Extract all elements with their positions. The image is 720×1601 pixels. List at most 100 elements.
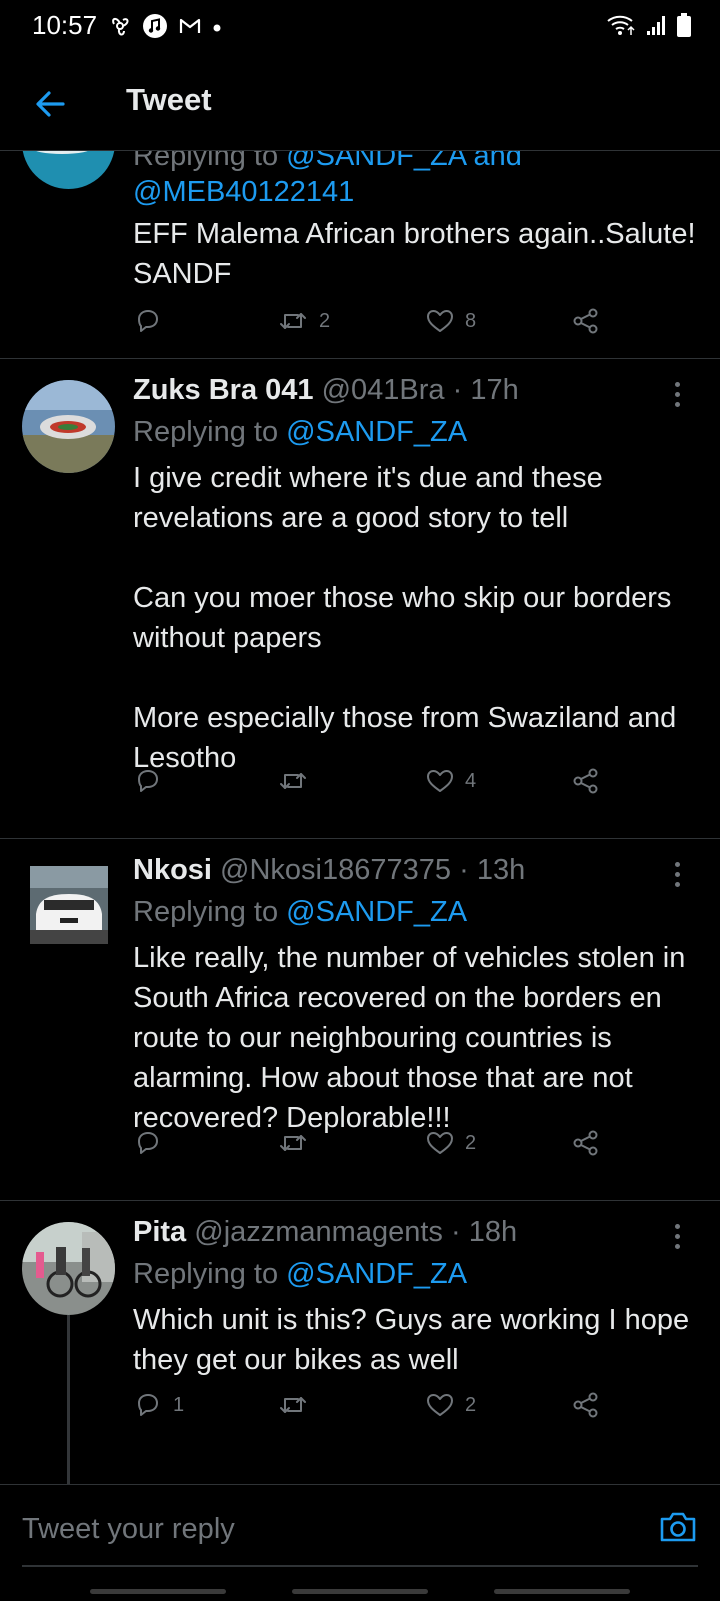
replying-to: Replying to @SANDF_ZA (133, 896, 467, 929)
reply-icon (138, 310, 158, 332)
reply-button[interactable] (133, 766, 173, 796)
share-button[interactable] (571, 1390, 601, 1420)
replying-to-label: Replying to (133, 1258, 279, 1290)
wifi-icon (606, 13, 636, 42)
status-left-icons (108, 13, 222, 44)
author-handle: @041Bra (321, 374, 445, 406)
tweet-header: Zuks Bra 041 @041Bra · 17h (133, 374, 519, 406)
tweet[interactable]: Zuks Bra 041 @041Bra · 17h Replying to @… (0, 358, 720, 839)
tweet-text: Which unit is this? Guys are working I h… (133, 1300, 703, 1380)
tweet-header: Nkosi @Nkosi18677375 · 13h (133, 854, 526, 886)
tweet-time: 13h (476, 854, 526, 886)
mention-link[interactable]: @SANDF_ZA (286, 896, 467, 928)
author-name[interactable]: Nkosi (133, 854, 212, 886)
tweet-paragraph: EFF Malema African brothers again..Salut… (133, 218, 696, 290)
author-handle: @Nkosi18677375 (220, 854, 452, 886)
like-count: 8 (465, 309, 477, 332)
tweet-paragraph: Which unit is this? Guys are working I h… (133, 1304, 690, 1376)
reply-button[interactable]: 1 (133, 1390, 184, 1420)
avatar[interactable] (30, 866, 108, 944)
retweet-button[interactable]: 2 (277, 306, 330, 336)
like-button[interactable]: 8 (425, 306, 476, 336)
reply-bar (0, 1484, 720, 1601)
reply-feed[interactable]: Replying to @SANDF_ZA and @MEB40122141 E… (0, 150, 720, 1484)
replying-to: Replying to @SANDF_ZA and (133, 150, 522, 173)
signal-icon (644, 13, 668, 42)
tweet-header: Pita @jazzmanmagents · 18h (133, 1216, 518, 1248)
avatar[interactable] (22, 1222, 115, 1315)
tweet[interactable]: Replying to @SANDF_ZA and @MEB40122141 E… (0, 150, 720, 359)
tweet-time: 18h (468, 1216, 518, 1248)
nav-recents-button[interactable] (90, 1589, 226, 1594)
like-button[interactable]: 2 (425, 1128, 476, 1158)
tweet-text: EFF Malema African brothers again..Salut… (133, 214, 703, 294)
app-header: Tweet (0, 56, 720, 151)
share-icon (573, 308, 598, 334)
avatar[interactable] (22, 380, 115, 473)
share-icon (573, 1392, 598, 1418)
heart-icon (427, 770, 453, 792)
camera-icon (660, 1512, 696, 1542)
reply-input[interactable] (22, 1507, 622, 1551)
fan-icon (108, 14, 132, 43)
like-count: 4 (465, 769, 477, 792)
heart-icon (427, 1132, 453, 1154)
more-options-button[interactable] (670, 862, 684, 887)
share-icon (573, 1130, 598, 1156)
more-options-button[interactable] (670, 1224, 684, 1249)
retweet-icon (280, 1135, 306, 1151)
heart-icon (427, 310, 453, 332)
avatar[interactable] (22, 150, 115, 189)
tweet-text: I give credit where it's due and these r… (133, 458, 703, 778)
tweet-actions: 2 8 (133, 306, 603, 346)
author-name[interactable]: Zuks Bra 041 (133, 374, 314, 406)
share-button[interactable] (571, 1128, 601, 1158)
music-icon (142, 13, 168, 44)
tweet-paragraph: I give credit where it's due and these r… (133, 462, 603, 534)
retweet-button[interactable] (277, 766, 319, 796)
like-count: 2 (465, 1131, 477, 1154)
retweet-icon (280, 1397, 306, 1413)
retweet-button[interactable] (277, 1128, 319, 1158)
share-button[interactable] (571, 766, 601, 796)
back-button[interactable] (26, 80, 74, 128)
heart-icon (427, 1394, 453, 1416)
battery-icon (676, 12, 692, 43)
mention-link[interactable]: @SANDF_ZA (286, 416, 467, 448)
nav-back-button[interactable] (494, 1589, 630, 1594)
like-button[interactable]: 2 (425, 1390, 476, 1420)
reply-button[interactable] (133, 1128, 173, 1158)
tweet-actions: 2 (133, 1128, 603, 1168)
share-icon (573, 768, 598, 794)
replying-to-label: Replying to (133, 150, 279, 172)
more-options-button[interactable] (670, 382, 684, 407)
retweet-icon (280, 313, 306, 329)
mention-link[interactable]: @SANDF_ZA (286, 1258, 467, 1290)
camera-button[interactable] (658, 1507, 698, 1547)
nav-home-button[interactable] (292, 1589, 428, 1594)
tweet-paragraph: Can you moer those who skip our borders … (133, 582, 672, 654)
share-button[interactable] (571, 306, 601, 336)
author-handle: @jazzmanmagents (194, 1216, 443, 1248)
gmail-icon (178, 16, 202, 41)
retweet-button[interactable] (277, 1390, 319, 1420)
status-bar: 10:57 (0, 0, 720, 56)
status-time: 10:57 (32, 10, 98, 40)
tweet-time: 17h (470, 374, 519, 406)
mention-link[interactable]: @MEB40122141 (133, 176, 354, 209)
replying-to-label: Replying to (133, 896, 279, 928)
reply-icon (138, 770, 158, 792)
author-name[interactable]: Pita (133, 1216, 186, 1248)
reply-button[interactable] (133, 306, 173, 336)
page-title: Tweet (126, 82, 212, 117)
tweet-actions: 1 2 (133, 1390, 603, 1430)
tweet[interactable]: Pita @jazzmanmagents · 18h Replying to @… (0, 1200, 720, 1484)
tweet-actions: 4 (133, 766, 603, 806)
retweet-icon (280, 773, 306, 789)
tweet-paragraph: Like really, the number of vehicles stol… (133, 942, 686, 1134)
like-button[interactable]: 4 (425, 766, 476, 796)
tweet[interactable]: Nkosi @Nkosi18677375 · 13h Replying to @… (0, 838, 720, 1201)
mention-link[interactable]: @SANDF_ZA and (286, 150, 522, 172)
replying-to-label: Replying to (133, 416, 279, 448)
reply-count: 1 (173, 1393, 185, 1416)
